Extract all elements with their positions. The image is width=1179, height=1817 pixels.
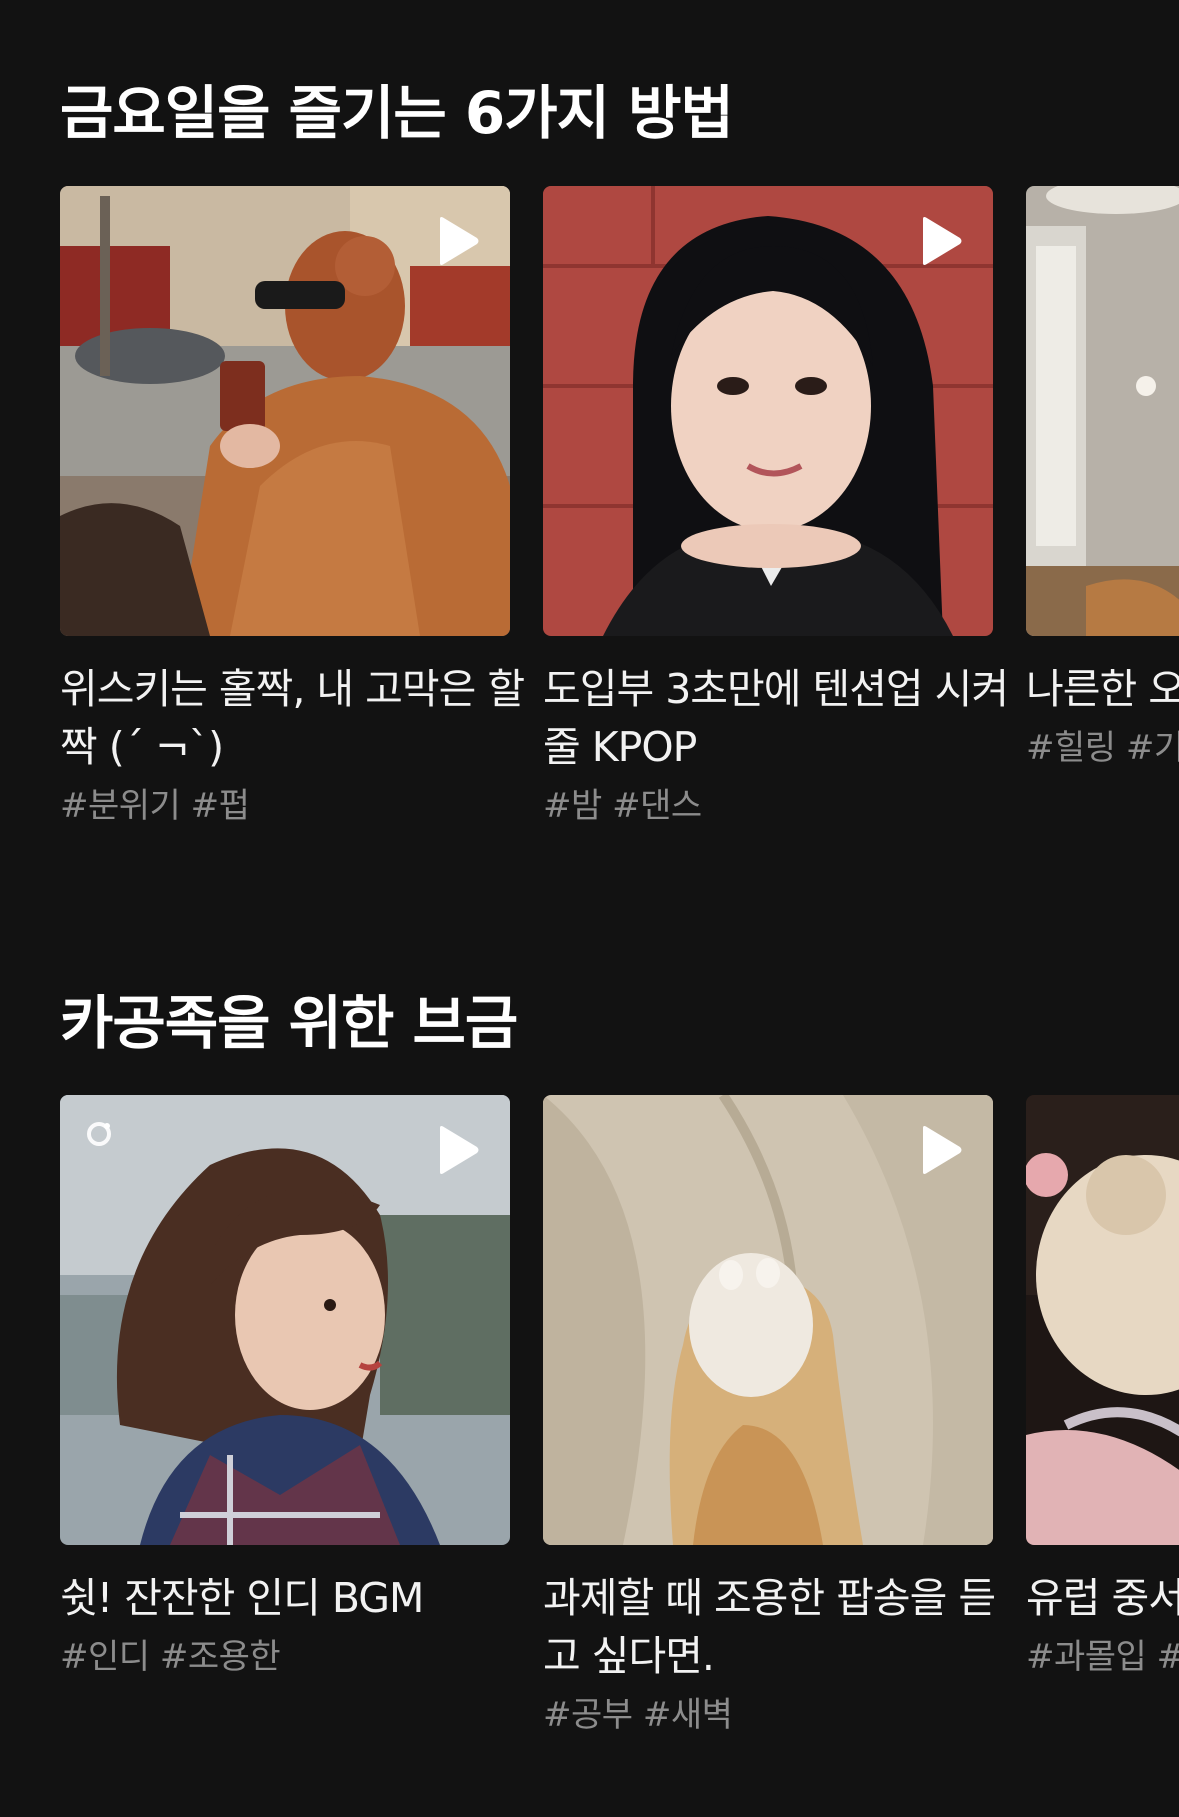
playlist-tags: #분위기 #펍 [60, 786, 250, 826]
playlist-tags: #밤 #댄스 [543, 786, 702, 826]
playlist-card[interactable]: 도입부 3초만에 텐션업 시켜줄 KPOP #밤 #댄스 [543, 186, 1009, 830]
play-icon[interactable] [436, 216, 480, 266]
playlist-tags: #공부 #새벽 [543, 1695, 733, 1735]
playlist-title[interactable]: 쉿! 잔잔한 인디 BGM [60, 1569, 530, 1627]
playlist-title[interactable]: 위스키는 홀짝, 내 고막은 할짝 (´ ¬`) [60, 660, 530, 776]
playlist-tags: #인디 #조용한 [60, 1637, 281, 1677]
section-title: 금요일을 즐기는 6가지 방법 [60, 79, 734, 147]
playlist-thumbnail[interactable] [543, 1095, 993, 1545]
painting-photo [1026, 1095, 1179, 1545]
playlist-tags: #과몰입 # [1026, 1637, 1179, 1677]
playlist-row[interactable]: 쉿! 잔잔한 인디 BGM #인디 #조용한 과제할 때 조용한 팝송을 듣고 … [0, 1095, 1179, 1795]
play-icon[interactable] [436, 1125, 480, 1175]
playlist-title[interactable]: 도입부 3초만에 텐션업 시켜줄 KPOP [543, 660, 1013, 776]
room-photo [1026, 186, 1179, 636]
playlist-title[interactable]: 과제할 때 조용한 팝송을 듣고 싶다면. [543, 1569, 1013, 1685]
play-icon[interactable] [919, 216, 963, 266]
playlist-feed: 금요일을 즐기는 6가지 방법 위스키는 홀짝, 내 고막은 할짝 (´ ¬`)… [0, 0, 1179, 1817]
playlist-thumbnail[interactable] [1026, 186, 1179, 636]
playlist-thumbnail[interactable] [1026, 1095, 1179, 1545]
playlist-card[interactable]: 나른한 오 히 UP 시 #힐링 #기 [1026, 186, 1179, 772]
playlist-title[interactable]: 유럽 중서 판타지 과 [1026, 1569, 1179, 1627]
playlist-tags: #힐링 #기 [1026, 728, 1179, 768]
logo-icon [87, 1122, 111, 1146]
playlist-title[interactable]: 나른한 오 히 UP 시 [1026, 660, 1179, 718]
playlist-card[interactable]: 과제할 때 조용한 팝송을 듣고 싶다면. #공부 #새벽 [543, 1095, 996, 1739]
playlist-thumbnail[interactable] [543, 186, 993, 636]
playlist-card[interactable]: 쉿! 잔잔한 인디 BGM #인디 #조용한 [60, 1095, 510, 1681]
playlist-row[interactable]: 위스키는 홀짝, 내 고막은 할짝 (´ ¬`) #분위기 #펍 도입부 3초만… [0, 186, 1179, 886]
playlist-thumbnail[interactable] [60, 186, 510, 636]
playlist-card[interactable]: 위스키는 홀짝, 내 고막은 할짝 (´ ¬`) #분위기 #펍 [60, 186, 525, 830]
playlist-thumbnail[interactable] [60, 1095, 510, 1545]
playlist-card[interactable]: 유럽 중서 판타지 과 #과몰입 # [1026, 1095, 1179, 1681]
section-title: 카공족을 위한 브금 [60, 989, 518, 1057]
play-icon[interactable] [919, 1125, 963, 1175]
